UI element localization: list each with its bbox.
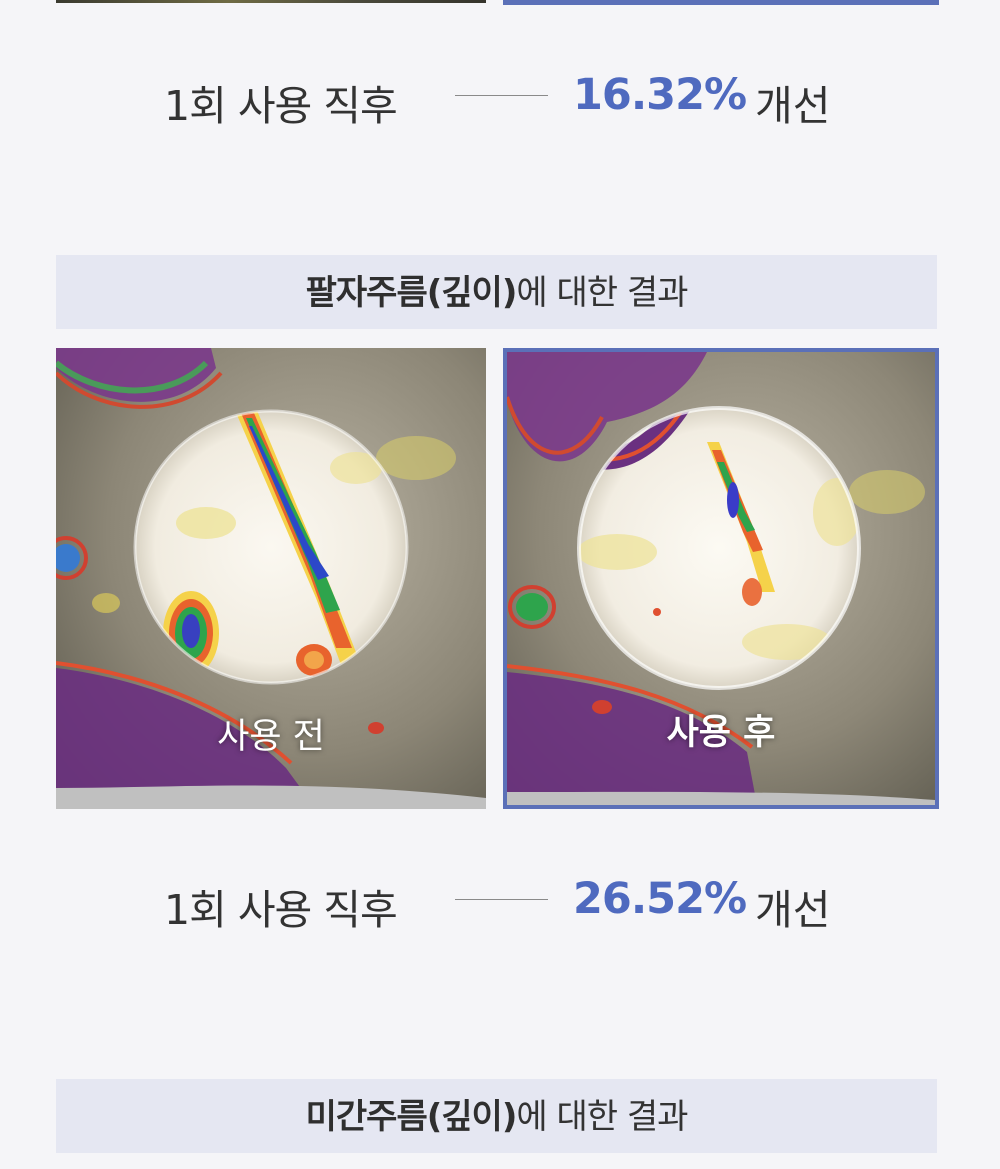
previous-before-image bbox=[56, 0, 486, 3]
result-row-1: 1회 사용 직후 16.32% 개선 bbox=[0, 64, 1000, 130]
before-caption: 사용 전 bbox=[217, 717, 325, 757]
result-label: 1회 사용 직후 bbox=[164, 886, 398, 934]
result-word: 개선 bbox=[755, 82, 831, 130]
section-header-nasolabial: 팔자주름(깊이)에 대한 결과 bbox=[56, 255, 937, 329]
section-header-glabellar: 미간주름(깊이)에 대한 결과 bbox=[56, 1079, 937, 1153]
after-caption: 사용 후 bbox=[666, 713, 776, 753]
result-percent: 26.52% bbox=[573, 874, 747, 924]
divider-line bbox=[455, 899, 548, 900]
section-title-strong: 미간주름(깊이) bbox=[305, 1097, 518, 1137]
divider-line bbox=[455, 95, 548, 96]
result-label: 1회 사용 직후 bbox=[164, 82, 398, 130]
result-word: 개선 bbox=[755, 886, 831, 934]
page: 1회 사용 직후 16.32% 개선 팔자주름(깊이)에 대한 결과 사용 전 … bbox=[0, 0, 1000, 1169]
before-photo: 사용 전 bbox=[56, 348, 486, 809]
result-percent: 16.32% bbox=[573, 70, 747, 120]
section-title-rest: 에 대한 결과 bbox=[516, 1097, 688, 1137]
result-row-2: 1회 사용 직후 26.52% 개선 bbox=[0, 868, 1000, 934]
after-photo: 사용 후 bbox=[503, 348, 939, 809]
section-title-rest: 에 대한 결과 bbox=[516, 273, 688, 313]
previous-after-image-frame bbox=[503, 0, 939, 5]
section-title-strong: 팔자주름(깊이) bbox=[305, 273, 518, 313]
